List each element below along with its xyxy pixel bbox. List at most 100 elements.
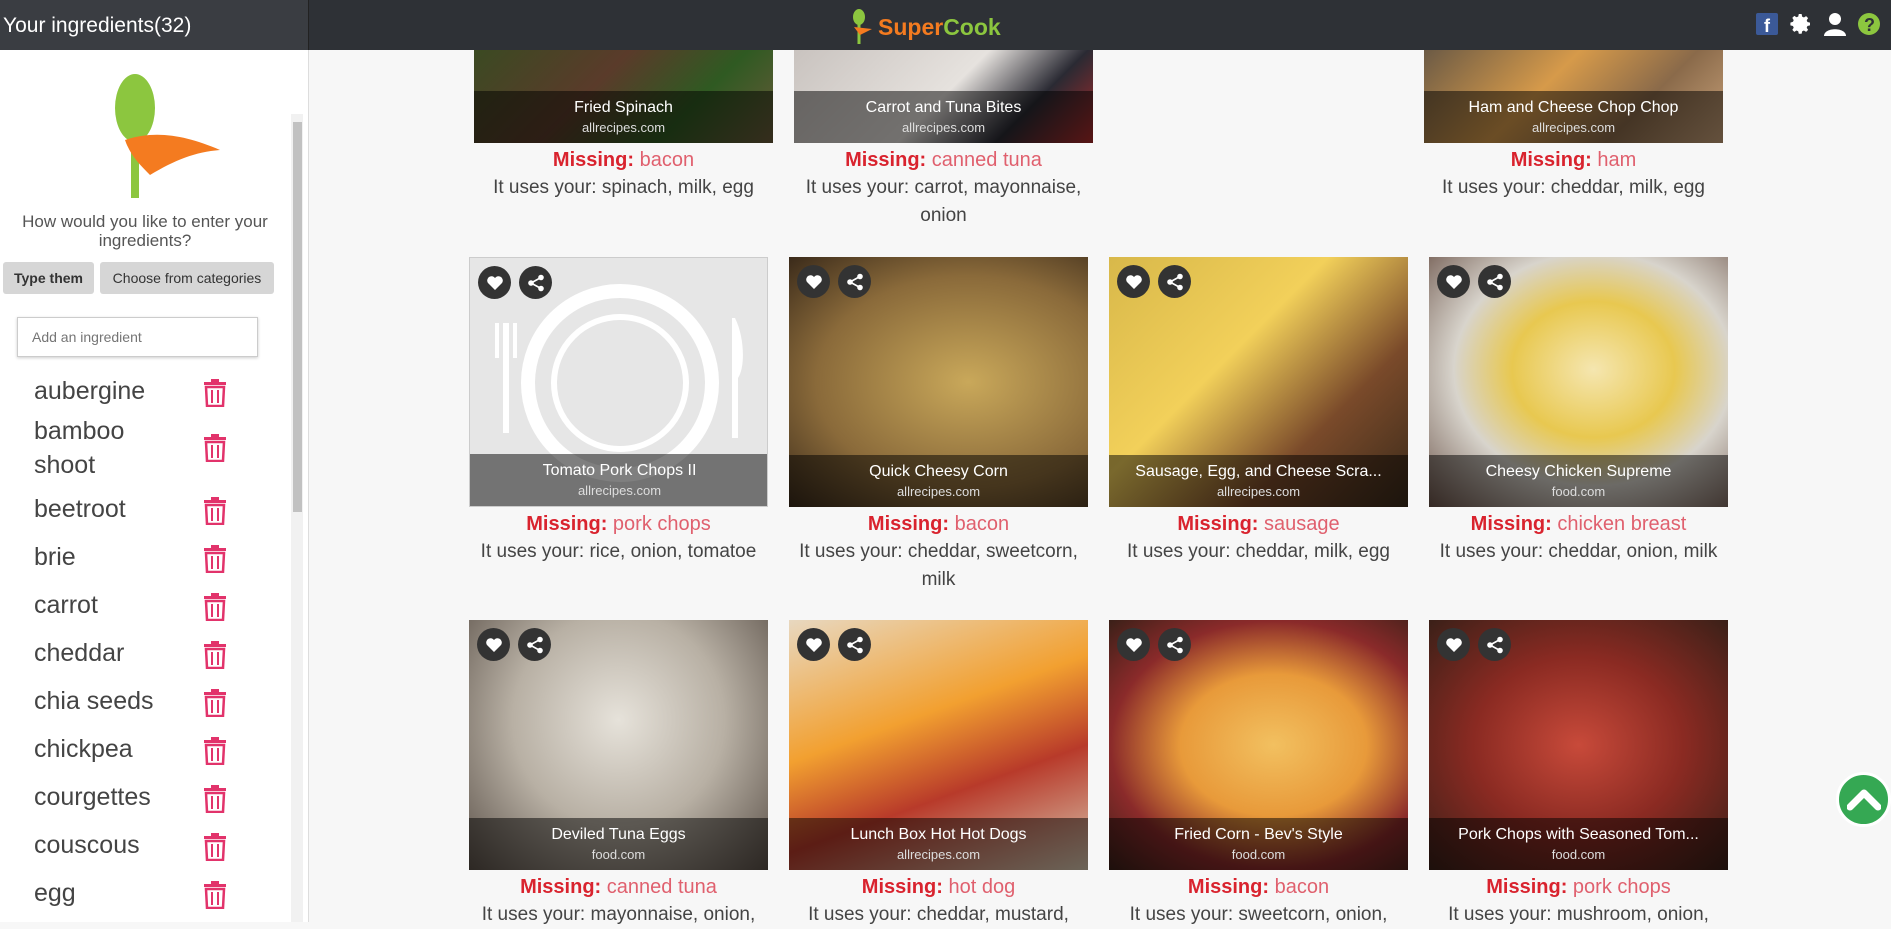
share-icon (846, 636, 863, 653)
facebook-icon[interactable]: f (1755, 12, 1779, 36)
recipe-image[interactable]: Ham and Cheese Chop Chop allrecipes.com (1424, 50, 1723, 143)
sidebar-scrollbar-thumb[interactable] (293, 122, 302, 512)
ingredient-label: egg (34, 879, 76, 907)
missing-line: Missing: chicken breast (1429, 513, 1728, 536)
help-icon[interactable]: ? (1857, 12, 1881, 36)
recipe-image[interactable]: Cheesy Chicken Supreme food.com (1429, 257, 1728, 507)
uses-ingredients: It uses your: mayonnaise, onion, (481, 904, 756, 925)
trash-icon[interactable] (202, 881, 228, 909)
ingredients-count-title: Your ingredients(32) (3, 14, 192, 37)
trash-icon[interactable] (202, 833, 228, 861)
share-button[interactable] (838, 628, 871, 661)
favorite-button[interactable] (1437, 265, 1470, 298)
recipe-caption: Cheesy Chicken Supreme food.com (1429, 455, 1728, 507)
recipe-title[interactable]: Sausage, Egg, and Cheese Scra... (1109, 463, 1408, 481)
ingredient-item: beetroot (34, 492, 274, 526)
trash-icon[interactable] (202, 379, 228, 407)
recipe-title[interactable]: Fried Spinach (474, 99, 773, 117)
uses-ingredients: It uses your: cheddar, milk, egg (1127, 541, 1390, 562)
favorite-button[interactable] (478, 266, 511, 299)
missing-label: Missing: (1470, 513, 1552, 535)
recipe-card[interactable]: Lunch Box Hot Hot Dogs allrecipes.com Mi… (789, 620, 1088, 929)
missing-ingredient: canned tuna (606, 876, 717, 898)
share-button[interactable] (1158, 628, 1191, 661)
share-icon (846, 273, 863, 290)
recipe-title[interactable]: Deviled Tuna Eggs (469, 826, 768, 844)
recipe-image[interactable]: Fried Spinach allrecipes.com (474, 50, 773, 143)
recipe-card[interactable]: Pork Chops with Seasoned Tom... food.com… (1429, 620, 1728, 929)
favorite-button[interactable] (1117, 265, 1150, 298)
favorite-button[interactable] (1117, 628, 1150, 661)
share-icon (1166, 273, 1183, 290)
share-button[interactable] (1478, 628, 1511, 661)
choose-categories-button[interactable]: Choose from categories (100, 262, 274, 294)
recipe-card[interactable]: Ham and Cheese Chop Chop allrecipes.com … (1424, 50, 1723, 202)
favorite-button[interactable] (797, 265, 830, 298)
share-icon (1166, 636, 1183, 653)
recipe-card[interactable]: Carrot and Tuna Bites allrecipes.com Mis… (794, 50, 1093, 230)
recipe-title[interactable]: Cheesy Chicken Supreme (1429, 463, 1728, 481)
recipe-title[interactable]: Ham and Cheese Chop Chop (1424, 99, 1723, 117)
missing-label: Missing: (845, 149, 927, 171)
missing-ingredient: bacon (639, 149, 695, 171)
recipe-title[interactable]: Pork Chops with Seasoned Tom... (1429, 826, 1728, 844)
recipe-card[interactable]: Sausage, Egg, and Cheese Scra... allreci… (1109, 257, 1408, 566)
trash-icon[interactable] (202, 434, 228, 462)
recipe-card[interactable]: Tomato Pork Chops II allrecipes.com Miss… (469, 257, 768, 566)
recipe-card[interactable]: Quick Cheesy Corn allrecipes.com Missing… (789, 257, 1088, 594)
ingredient-item: cheddar (34, 636, 274, 670)
trash-icon[interactable] (202, 737, 228, 765)
recipe-card[interactable]: Cheesy Chicken Supreme food.com Missing:… (1429, 257, 1728, 566)
supercook-logo[interactable]: SuperCook (850, 9, 1001, 45)
recipe-title[interactable]: Quick Cheesy Corn (789, 463, 1088, 481)
recipe-title[interactable]: Carrot and Tuna Bites (794, 99, 1093, 117)
ingredient-item: courgettes (34, 780, 274, 814)
ingredient-item: egg (34, 876, 274, 910)
ingredient-label: beetroot (34, 495, 126, 523)
recipe-card[interactable]: Deviled Tuna Eggs food.com Missing: cann… (469, 620, 768, 929)
missing-line: Missing: bacon (1109, 876, 1408, 899)
recipe-caption: Quick Cheesy Corn allrecipes.com (789, 455, 1088, 507)
share-button[interactable] (1158, 265, 1191, 298)
trash-icon[interactable] (202, 593, 228, 621)
recipe-image[interactable]: Sausage, Egg, and Cheese Scra... allreci… (1109, 257, 1408, 507)
recipe-source: allrecipes.com (896, 847, 981, 862)
share-button[interactable] (519, 266, 552, 299)
recipe-image[interactable]: Lunch Box Hot Hot Dogs allrecipes.com (789, 620, 1088, 870)
recipe-image[interactable]: Pork Chops with Seasoned Tom... food.com (1429, 620, 1728, 870)
type-them-button[interactable]: Type them (3, 262, 94, 294)
scroll-to-top-button[interactable] (1836, 772, 1891, 827)
trash-icon[interactable] (202, 641, 228, 669)
heart-icon (1125, 637, 1142, 652)
favorite-button[interactable] (797, 628, 830, 661)
add-ingredient-input[interactable] (17, 317, 258, 357)
recipe-image[interactable]: Quick Cheesy Corn allrecipes.com (789, 257, 1088, 507)
uses-ingredients: It uses your: cheddar, onion, milk (1439, 541, 1718, 562)
recipe-title[interactable]: Tomato Pork Chops II (470, 462, 767, 480)
gear-icon[interactable] (1789, 12, 1813, 36)
trash-icon[interactable] (202, 689, 228, 717)
recipe-title[interactable]: Fried Corn - Bev's Style (1109, 826, 1408, 844)
missing-label: Missing: (1486, 876, 1568, 898)
recipe-title[interactable]: Lunch Box Hot Hot Dogs (789, 826, 1088, 844)
favorite-button[interactable] (1437, 628, 1470, 661)
recipe-caption: Deviled Tuna Eggs food.com (469, 818, 768, 870)
recipe-image[interactable]: Fried Corn - Bev's Style food.com (1109, 620, 1408, 870)
top-bar: Your ingredients(32) SuperCook f ? (0, 0, 1891, 50)
trash-icon[interactable] (202, 785, 228, 813)
share-button[interactable] (838, 265, 871, 298)
recipe-image[interactable]: Carrot and Tuna Bites allrecipes.com (794, 50, 1093, 143)
trash-icon[interactable] (202, 497, 228, 525)
recipe-image[interactable]: Deviled Tuna Eggs food.com (469, 620, 768, 870)
recipe-card[interactable]: Fried Spinach allrecipes.com Missing: ba… (474, 50, 773, 202)
missing-line: Missing: canned tuna (469, 876, 768, 899)
user-icon[interactable] (1823, 12, 1847, 36)
favorite-button[interactable] (477, 628, 510, 661)
share-button[interactable] (518, 628, 551, 661)
share-button[interactable] (1478, 265, 1511, 298)
recipe-image-placeholder[interactable]: Tomato Pork Chops II allrecipes.com (469, 257, 768, 507)
heart-icon (486, 275, 503, 290)
missing-ingredient: pork chops (1572, 876, 1671, 898)
trash-icon[interactable] (202, 545, 228, 573)
recipe-card[interactable]: Fried Corn - Bev's Style food.com Missin… (1109, 620, 1408, 929)
